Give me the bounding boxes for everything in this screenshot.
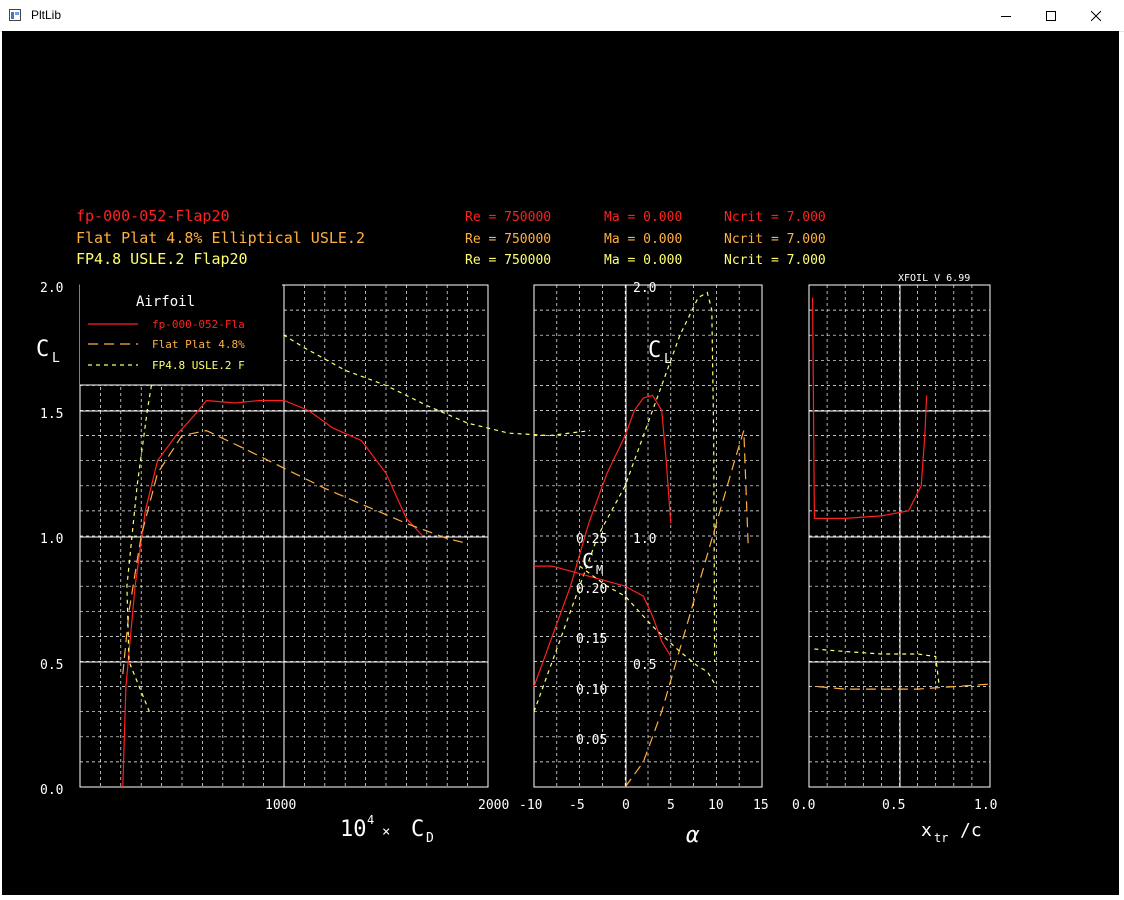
header-ma-1: Ma = 0.000 (604, 210, 682, 225)
alpha-x-tick: 0 (622, 798, 630, 813)
maximize-icon (1046, 10, 1056, 21)
legend-item-2: Flat Plat 4.8% (152, 338, 245, 351)
series-line (814, 648, 940, 687)
cl-alpha-tick: 1.0 (633, 532, 656, 547)
header-re-1: Re = 750000 (465, 210, 551, 225)
cd-y-tick: 1.0 (40, 532, 63, 547)
series-line (533, 291, 716, 712)
cd-axis-prefix: 10 (340, 817, 367, 842)
window-app-icon (9, 9, 21, 21)
cl-alpha-tick: 0.5 (633, 658, 656, 673)
cm-tick: 0.05 (576, 733, 607, 748)
cm-axis-label-sub: M (596, 563, 603, 577)
version-label: XFOIL V 6.99 (898, 273, 970, 284)
plot-canvas: fp-000-052-Flap20 Re = 750000 Ma = 0.000… (2, 31, 1119, 895)
cd-axis-label-sub: D (426, 831, 434, 846)
cd-y-tick: 0.5 (40, 658, 63, 673)
cl-alpha-axis-label: C (648, 338, 661, 363)
header-re-2: Re = 750000 (465, 232, 551, 247)
xtr-x-tick: 0.0 (792, 798, 815, 813)
axis-labels: C L C L C M 10 4 × C D α x tr /c (36, 337, 982, 848)
xtr-polar-grid (808, 284, 991, 788)
header-airfoil-name-2: Flat Plat 4.8% Elliptical USLE.2 (76, 229, 365, 247)
cm-tick: 0.25 (576, 532, 607, 547)
alpha-axis-label: α (686, 823, 700, 848)
xtr-x-tick: 0.5 (882, 798, 905, 813)
cl-alpha-tick: 2.0 (633, 281, 656, 296)
cd-y-tick: 0.0 (40, 783, 63, 798)
header-re-3: Re = 750000 (465, 253, 551, 268)
alpha-x-tick: 15 (753, 798, 769, 813)
window-title: PltLib (31, 8, 62, 22)
app-window: PltLib fp-000-052-Flap20 Re = 750000 Ma … (0, 0, 1124, 900)
maximize-button[interactable] (1028, 0, 1074, 31)
alpha-x-tick: 10 (708, 798, 724, 813)
series-line (122, 399, 424, 788)
cd-axis-times: × (382, 824, 390, 840)
cl-axis-label-sub: L (52, 351, 60, 366)
minimize-icon (1001, 15, 1011, 17)
cd-axis-label: C (411, 817, 424, 842)
cm-axis-label: C (582, 549, 594, 573)
cd-y-tick: 1.5 (40, 407, 63, 422)
legend: Airfoil fp-000-052-Fla Flat Plat 4.8% FP… (80, 284, 282, 386)
cd-y-tick: 2.0 (40, 281, 63, 296)
header-block: fp-000-052-Flap20 Re = 750000 Ma = 0.000… (76, 207, 970, 284)
header-ma-3: Ma = 0.000 (604, 253, 682, 268)
cl-axis-label: C (36, 337, 49, 362)
series-line (811, 297, 928, 519)
xtr-axis-label: x (921, 820, 932, 841)
xtr-x-tick: 1.0 (974, 798, 997, 813)
series-line (624, 430, 749, 788)
header-airfoil-name-3: FP4.8 USLE.2 Flap20 (76, 250, 248, 268)
series-line (122, 429, 468, 675)
xfoil-polar-plot: fp-000-052-Flap20 Re = 750000 Ma = 0.000… (36, 207, 997, 848)
legend-title: Airfoil (136, 294, 195, 310)
minimize-button[interactable] (983, 0, 1029, 31)
header-ncrit-2: Ncrit = 7.000 (724, 232, 826, 247)
cd-x-tick: 1000 (265, 798, 296, 813)
legend-item-1: fp-000-052-Fla (152, 318, 245, 331)
alpha-x-tick: 5 (667, 798, 675, 813)
cm-tick: 0.10 (576, 683, 607, 698)
close-button[interactable] (1073, 0, 1119, 31)
series-line (817, 683, 991, 690)
header-airfoil-name-1: fp-000-052-Flap20 (76, 207, 230, 225)
cm-tick: 0.15 (576, 632, 607, 647)
title-bar[interactable]: PltLib (0, 0, 1124, 32)
xtr-axis-label-sub: tr (934, 831, 948, 845)
header-ncrit-3: Ncrit = 7.000 (724, 253, 826, 268)
cd-axis-exp: 4 (367, 813, 374, 827)
alpha-x-tick: -5 (569, 798, 585, 813)
cd-x-tick: 2000 (478, 798, 509, 813)
header-ma-2: Ma = 0.000 (604, 232, 682, 247)
header-ncrit-1: Ncrit = 7.000 (724, 210, 826, 225)
legend-item-3: FP4.8 USLE.2 F (152, 359, 245, 372)
close-icon (1091, 10, 1101, 21)
xtr-axis-label-suffix: /c (960, 820, 982, 841)
cl-alpha-axis-label-sub: L (664, 352, 672, 367)
alpha-x-tick: -10 (519, 798, 542, 813)
cm-tick: 0.20 (576, 582, 607, 597)
